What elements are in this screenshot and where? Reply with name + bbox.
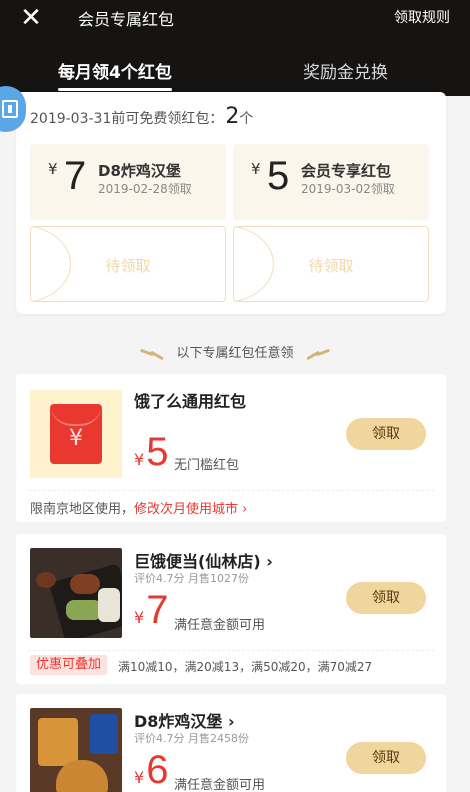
claim-button[interactable]: 领取	[346, 418, 426, 450]
tab-reward-exchange[interactable]: 奖励金兑换	[303, 58, 388, 83]
coupon-date: 2019-02-28领取	[98, 182, 192, 196]
monthly-packets-card: 2019-03-31前可免费领红包：2个 ¥ 7 D8炸鸡汉堡 2019-02-…	[16, 92, 446, 314]
offer-price: ¥5	[134, 430, 168, 475]
pending-slot[interactable]: 待领取	[233, 226, 429, 302]
red-packet-icon: ¥	[30, 390, 122, 478]
deadline-text: 2019-03-31前可免费领红包：	[30, 111, 224, 127]
restaurant-photo	[30, 708, 122, 792]
claimed-coupon: ¥ 7 D8炸鸡汉堡 2019-02-28领取	[30, 144, 226, 220]
page-title: 会员专属红包	[78, 10, 175, 29]
free-count: 2	[225, 104, 240, 129]
offer-card-restaurant[interactable]: D8炸鸡汉堡 › 评价4.7分 月售2458份 ¥6 满任意金额可用 领取	[16, 694, 446, 792]
header: ✕ 会员专属红包 领取规则 每月领4个红包 奖励金兑换	[0, 0, 470, 96]
offer-desc: 满任意金额可用	[174, 778, 266, 792]
coupon-amount: 5	[267, 154, 290, 198]
tab-label: 每月领4个红包	[58, 63, 172, 83]
offer-desc: 满任意金额可用	[174, 618, 266, 633]
claimed-coupon: ¥ 5 会员专享红包 2019-03-02领取	[233, 144, 429, 220]
coupon-amount: 7	[64, 154, 87, 198]
currency-symbol: ¥	[251, 160, 261, 178]
offer-desc: 无门槛红包	[174, 458, 240, 473]
currency-symbol: ¥	[134, 450, 145, 469]
pending-label: 待领取	[105, 257, 151, 275]
claim-button[interactable]: 领取	[346, 742, 426, 774]
stackable-badge: 优惠可叠加	[30, 655, 108, 675]
pending-slot[interactable]: 待领取	[30, 226, 226, 302]
promo-text: 满10减10，满20减13，满50减20，满70减27	[118, 660, 373, 674]
note-text: 限南京地区使用，	[30, 502, 135, 517]
offer-card-restaurant[interactable]: 巨饿便当(仙林店) › 评价4.7分 月售1027份 ¥7 满任意金额可用 领取…	[16, 534, 446, 684]
currency-symbol: ¥	[134, 608, 145, 627]
coupon-name: D8炸鸡汉堡	[98, 162, 181, 180]
section-divider: 以下专属红包任意领	[0, 342, 470, 361]
coupon-name: 会员专享红包	[301, 162, 392, 180]
currency-symbol: ¥	[134, 768, 145, 787]
claim-button[interactable]: 领取	[346, 582, 426, 614]
count-unit: 个	[239, 111, 254, 127]
currency-symbol: ¥	[48, 160, 58, 178]
tab-label: 奖励金兑换	[303, 63, 388, 83]
offer-title: 饿了么通用红包	[134, 392, 247, 411]
tab-underline	[58, 88, 172, 91]
offer-amount: 7	[146, 588, 169, 632]
pending-label: 待领取	[308, 257, 354, 275]
offer-price: ¥7	[134, 588, 168, 633]
offer-amount: 6	[146, 748, 169, 792]
usage-note: 限南京地区使用，修改次月使用城市 ›	[30, 498, 247, 517]
wing-right-icon	[304, 348, 330, 360]
restaurant-name-link[interactable]: D8炸鸡汉堡 ›	[134, 708, 235, 732]
restaurant-meta: 评价4.7分 月售2458份	[134, 732, 249, 745]
divider-text: 以下专属红包任意领	[176, 346, 294, 361]
coupon-date: 2019-03-02领取	[301, 182, 395, 196]
free-packets-line: 2019-03-31前可免费领红包：2个	[30, 104, 253, 129]
close-icon[interactable]: ✕	[18, 4, 44, 32]
change-city-link[interactable]: 修改次月使用城市 ›	[134, 502, 247, 517]
rules-link[interactable]: 领取规则	[394, 7, 450, 27]
wing-left-icon	[140, 348, 166, 360]
card-divider	[28, 650, 434, 651]
restaurant-name-link[interactable]: 巨饿便当(仙林店) ›	[134, 548, 273, 572]
offer-amount: 5	[146, 430, 169, 474]
tab-monthly-packets[interactable]: 每月领4个红包	[58, 58, 172, 91]
offer-price: ¥6	[134, 748, 168, 792]
restaurant-photo	[30, 548, 122, 638]
card-divider	[28, 490, 434, 491]
restaurant-meta: 评价4.7分 月售1027份	[134, 572, 249, 585]
offer-card-general: ¥ 饿了么通用红包 ¥5 无门槛红包 领取 限南京地区使用，修改次月使用城市 ›	[16, 374, 446, 522]
